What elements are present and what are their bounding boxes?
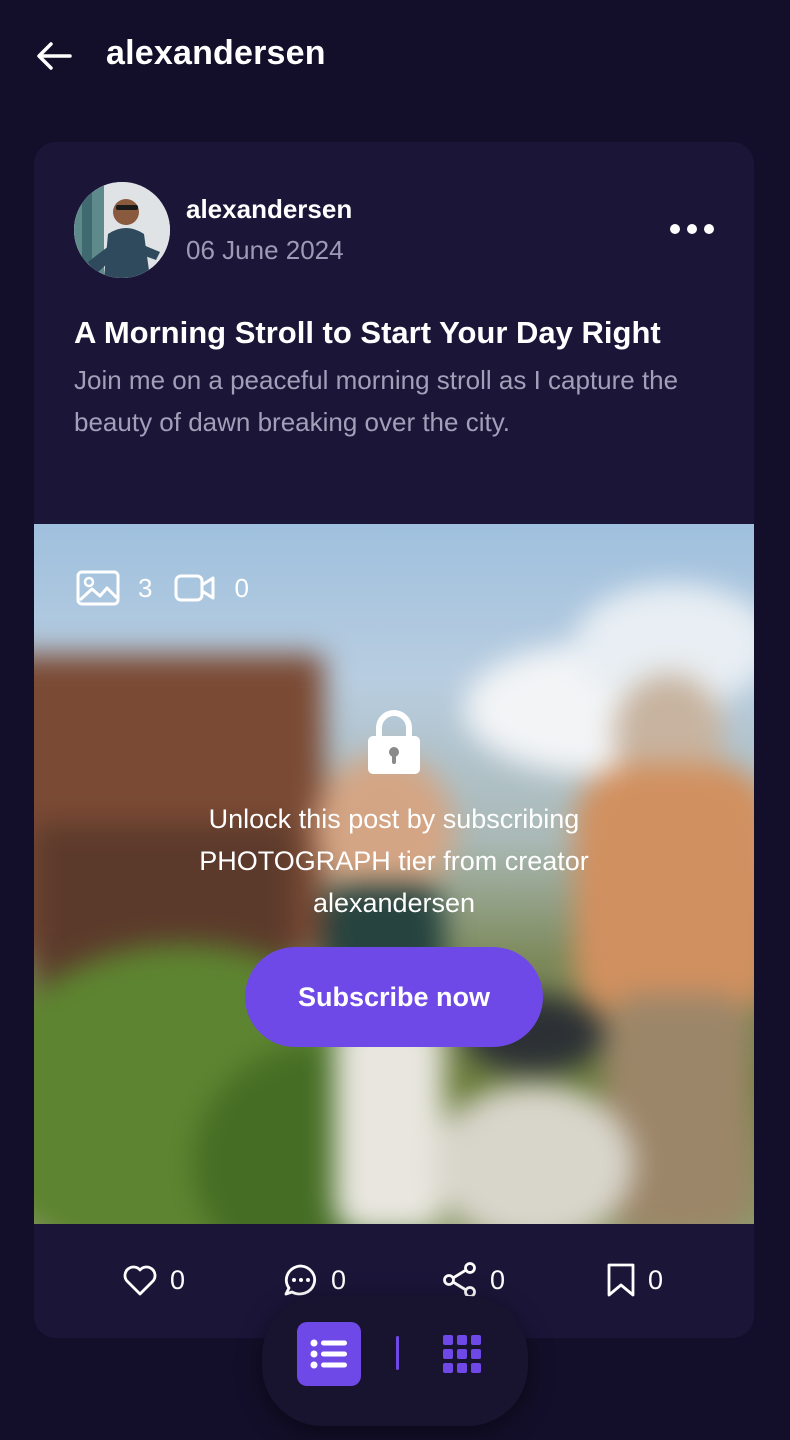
more-dot-icon xyxy=(704,224,714,234)
avatar[interactable] xyxy=(74,182,170,278)
bookmark-icon xyxy=(607,1263,635,1297)
video-count: 0 xyxy=(234,572,249,603)
save-button[interactable]: 0 xyxy=(606,1260,663,1300)
list-view-button[interactable] xyxy=(297,1322,361,1386)
share-icon xyxy=(443,1262,476,1298)
comment-count: 0 xyxy=(331,1264,347,1295)
locked-media: 3 0 Unlock this post by subscribing PHOT… xyxy=(34,524,754,1224)
like-button[interactable]: 0 xyxy=(122,1260,185,1300)
view-toggle xyxy=(262,1296,528,1426)
avatar-image xyxy=(74,182,170,278)
heart-icon xyxy=(123,1265,157,1296)
toggle-divider xyxy=(396,1336,399,1370)
video-icon xyxy=(174,574,215,602)
more-options-button[interactable] xyxy=(670,216,714,242)
post-date: 06 June 2024 xyxy=(186,235,344,265)
media-counts: 3 0 xyxy=(76,570,271,606)
lock-icon xyxy=(368,710,420,774)
author-name[interactable]: alexandersen xyxy=(186,194,352,225)
more-dot-icon xyxy=(687,224,697,234)
comment-button[interactable]: 0 xyxy=(283,1260,346,1300)
list-icon xyxy=(310,1339,347,1369)
more-dot-icon xyxy=(670,224,680,234)
share-button[interactable]: 0 xyxy=(442,1260,505,1300)
subscribe-button[interactable]: Subscribe now xyxy=(245,947,543,1047)
back-button[interactable] xyxy=(34,36,74,76)
comment-icon xyxy=(284,1264,317,1296)
grid-view-button[interactable] xyxy=(440,1332,484,1376)
locked-message: Unlock this post by subscribing PHOTOGRA… xyxy=(199,804,589,918)
post-title: A Morning Stroll to Start Your Day Right xyxy=(74,315,661,350)
post-description: Join me on a peaceful morning stroll as … xyxy=(74,365,679,437)
arrow-left-icon xyxy=(37,42,72,70)
image-count: 3 xyxy=(138,572,153,603)
image-icon xyxy=(76,570,120,606)
share-count: 0 xyxy=(490,1264,506,1295)
page-title: alexandersen xyxy=(106,34,326,72)
top-bar: alexandersen xyxy=(0,0,790,112)
like-count: 0 xyxy=(170,1264,186,1295)
post-card: alexandersen 06 June 2024 A Morning Stro… xyxy=(34,142,754,1338)
save-count: 0 xyxy=(648,1264,664,1295)
grid-icon xyxy=(443,1335,481,1373)
